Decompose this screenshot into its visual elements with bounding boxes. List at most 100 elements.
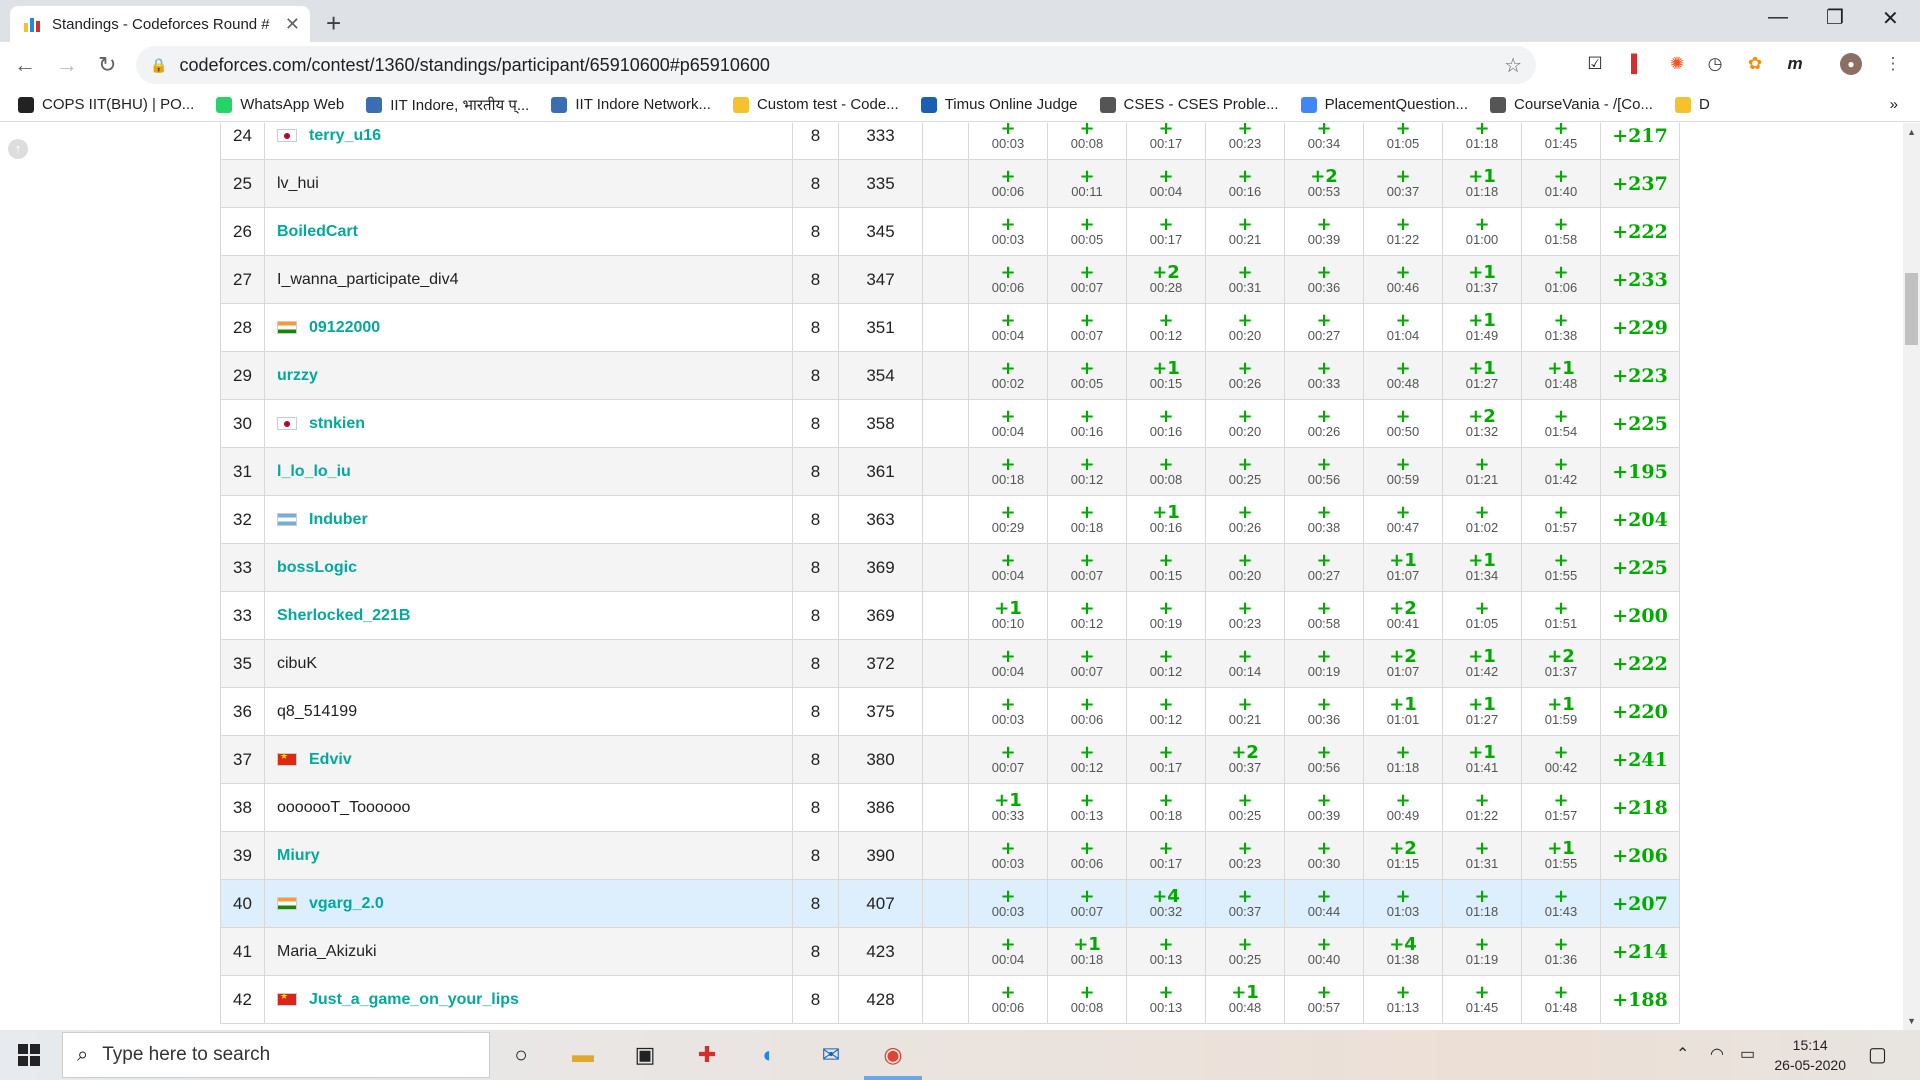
problem-result-cell[interactable]: +01:45	[1521, 123, 1601, 160]
problem-result-cell[interactable]: +00:12	[1047, 735, 1127, 784]
problem-result-cell[interactable]: +00:26	[1284, 399, 1364, 448]
bookmark-item[interactable]: Custom test - Code...	[732, 96, 899, 113]
problem-result-cell[interactable]: +01:18	[1442, 879, 1522, 928]
problem-result-cell[interactable]: +00:16	[1126, 399, 1206, 448]
taskbar-search-box[interactable]: ⌕ Type here to search	[62, 1032, 490, 1078]
problem-result-cell[interactable]: +01:19	[1442, 927, 1522, 976]
wifi-icon[interactable]: ◠	[1710, 1044, 1724, 1064]
scroll-down-arrow-icon[interactable]: ▼	[1907, 1016, 1916, 1026]
problem-result-cell[interactable]: +00:15	[1126, 543, 1206, 592]
problem-result-cell[interactable]: +00:27	[1284, 303, 1364, 352]
participant-handle[interactable]: BoiledCart	[277, 223, 358, 240]
todo-extension-icon[interactable]: ☑	[1584, 53, 1606, 75]
problem-result-cell[interactable]: +00:14	[1205, 639, 1285, 688]
bookmark-item[interactable]: CourseVania - /[Co...	[1490, 96, 1653, 113]
system-clock[interactable]: 15:14 26-05-2020	[1774, 1035, 1846, 1075]
problem-result-cell[interactable]: +00:20	[1205, 399, 1285, 448]
problem-result-cell[interactable]: +00:40	[1284, 927, 1364, 976]
problem-result-cell[interactable]: +00:59	[1363, 447, 1443, 496]
file-explorer-icon[interactable]: ▬	[568, 1040, 598, 1070]
problem-result-cell[interactable]: +00:04	[968, 303, 1048, 352]
problem-result-cell[interactable]: +00:12	[1126, 639, 1206, 688]
problem-result-cell[interactable]: +01:04	[1363, 303, 1443, 352]
edge-icon[interactable]: ◐	[754, 1040, 784, 1070]
problem-result-cell[interactable]: +00:19	[1126, 591, 1206, 640]
problem-result-cell[interactable]: +00:04	[1126, 159, 1206, 208]
problem-result-cell[interactable]: +2 00:37	[1205, 735, 1285, 784]
problem-result-cell[interactable]: +00:12	[1047, 591, 1127, 640]
problem-result-cell[interactable]: +00:27	[1284, 543, 1364, 592]
problem-result-cell[interactable]: +1 01:55	[1521, 831, 1601, 880]
problem-result-cell[interactable]: +00:04	[968, 927, 1048, 976]
problem-result-cell[interactable]: +1 01:27	[1442, 687, 1522, 736]
problem-result-cell[interactable]: +00:58	[1284, 591, 1364, 640]
back-arrow-icon[interactable]: ←	[14, 52, 36, 78]
participant-handle[interactable]: Sherlocked_221B	[277, 607, 410, 624]
notifications-icon[interactable]: ▢	[1868, 1042, 1887, 1067]
problem-result-cell[interactable]: +00:06	[968, 975, 1048, 1024]
tab-standings[interactable]: Standings - Codeforces Round # ✕	[10, 6, 310, 42]
problem-result-cell[interactable]: +00:50	[1363, 399, 1443, 448]
problem-result-cell[interactable]: +01:22	[1442, 783, 1522, 832]
bookmark-item[interactable]: COPS IIT(BHU) | PO...	[18, 96, 194, 113]
problem-result-cell[interactable]: +00:34	[1284, 123, 1364, 160]
problem-result-cell[interactable]: +1 01:49	[1442, 303, 1522, 352]
participant-handle[interactable]: Just_a_game_on_your_lips	[309, 991, 519, 1008]
participant-handle[interactable]: ooooooT_Toooooo	[277, 799, 410, 816]
problem-result-cell[interactable]: +00:21	[1205, 207, 1285, 256]
problem-result-cell[interactable]: +00:08	[1126, 447, 1206, 496]
restore-button[interactable]: ❐	[1826, 5, 1844, 30]
tab-close-icon[interactable]: ✕	[285, 14, 300, 35]
problem-result-cell[interactable]: +2 01:32	[1442, 399, 1522, 448]
problem-result-cell[interactable]: +00:31	[1205, 255, 1285, 304]
problem-result-cell[interactable]: +00:25	[1205, 927, 1285, 976]
problem-result-cell[interactable]: +00:17	[1126, 735, 1206, 784]
problem-result-cell[interactable]: +00:46	[1363, 255, 1443, 304]
problem-result-cell[interactable]: +00:37	[1363, 159, 1443, 208]
problem-result-cell[interactable]: +00:18	[1047, 495, 1127, 544]
participant-handle[interactable]: cibuK	[277, 655, 317, 672]
problem-result-cell[interactable]: +00:26	[1205, 495, 1285, 544]
participant-handle[interactable]: Miury	[277, 847, 320, 864]
chrome-icon[interactable]: ◉	[878, 1040, 908, 1070]
cortana-icon[interactable]: ○	[506, 1040, 536, 1070]
problem-result-cell[interactable]: +00:17	[1126, 123, 1206, 160]
problem-result-cell[interactable]: +00:17	[1126, 831, 1206, 880]
windows-start-icon[interactable]	[18, 1044, 40, 1066]
problem-result-cell[interactable]: +01:36	[1521, 927, 1601, 976]
problem-result-cell[interactable]: +1 01:59	[1521, 687, 1601, 736]
problem-result-cell[interactable]: +00:06	[968, 159, 1048, 208]
problem-result-cell[interactable]: +01:31	[1442, 831, 1522, 880]
forward-arrow-icon[interactable]: →	[56, 52, 78, 78]
problem-result-cell[interactable]: +00:39	[1284, 783, 1364, 832]
problem-result-cell[interactable]: +01:58	[1521, 207, 1601, 256]
problem-result-cell[interactable]: +00:12	[1126, 687, 1206, 736]
problem-result-cell[interactable]: +00:36	[1284, 687, 1364, 736]
problem-result-cell[interactable]: +01:05	[1363, 123, 1443, 160]
problem-result-cell[interactable]: +00:07	[1047, 255, 1127, 304]
bookmark-item[interactable]: Timus Online Judge	[920, 96, 1078, 113]
problem-result-cell[interactable]: +1 01:27	[1442, 351, 1522, 400]
problem-result-cell[interactable]: +2 01:07	[1363, 639, 1443, 688]
problem-result-cell[interactable]: +01:02	[1442, 495, 1522, 544]
problem-result-cell[interactable]: +00:29	[968, 495, 1048, 544]
problem-result-cell[interactable]: +00:48	[1363, 351, 1443, 400]
problem-result-cell[interactable]: +00:18	[968, 447, 1048, 496]
problem-result-cell[interactable]: +00:06	[968, 255, 1048, 304]
bookmarks-overflow-icon[interactable]: »	[1890, 96, 1898, 113]
bookmark-item[interactable]: IIT Indore Network...	[551, 96, 711, 113]
problem-result-cell[interactable]: +00:12	[1047, 447, 1127, 496]
problem-result-cell[interactable]: +00:25	[1205, 783, 1285, 832]
participant-handle[interactable]: Edviv	[309, 751, 352, 768]
problem-result-cell[interactable]: +01:54	[1521, 399, 1601, 448]
problem-result-cell[interactable]: +01:42	[1521, 447, 1601, 496]
problem-result-cell[interactable]: +00:57	[1284, 975, 1364, 1024]
problem-result-cell[interactable]: +00:03	[968, 687, 1048, 736]
problem-result-cell[interactable]: +01:55	[1521, 543, 1601, 592]
problem-result-cell[interactable]: +00:03	[968, 123, 1048, 160]
problem-result-cell[interactable]: +00:06	[1047, 687, 1127, 736]
problem-result-cell[interactable]: +00:36	[1284, 255, 1364, 304]
scroll-up-arrow-icon[interactable]: ▲	[1907, 127, 1916, 137]
scrollbar-thumb[interactable]	[1905, 273, 1918, 345]
problem-result-cell[interactable]: +00:13	[1126, 975, 1206, 1024]
